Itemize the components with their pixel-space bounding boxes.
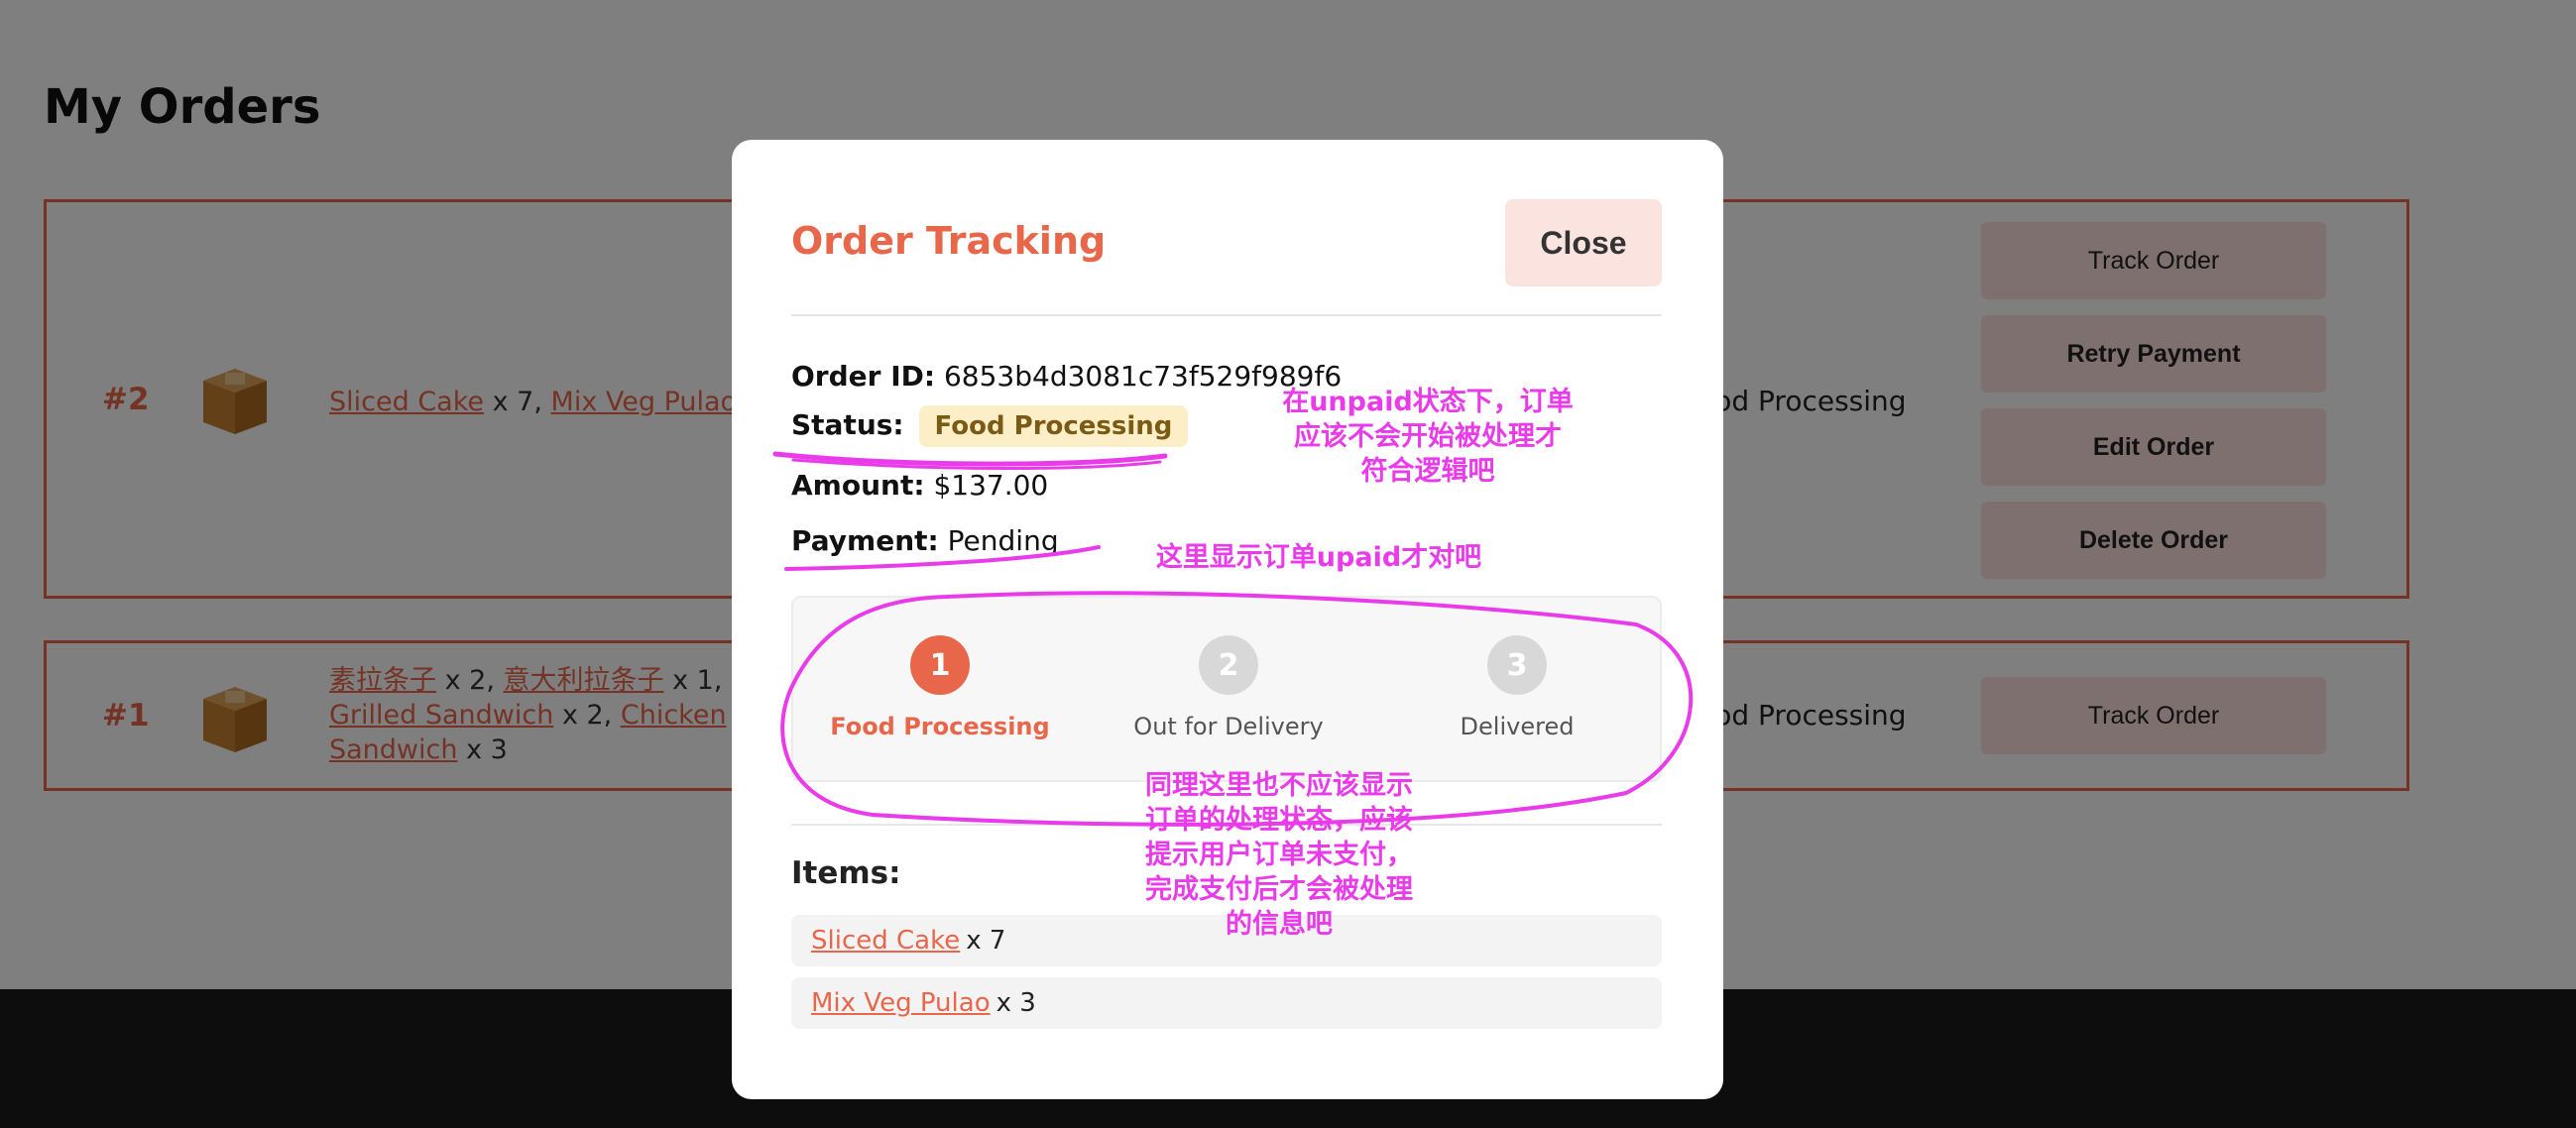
item-link[interactable]: Sliced Cake (811, 926, 960, 956)
order-tracking-modal: Order Tracking Close Order ID: 6853b4d30… (732, 140, 1723, 1099)
step-label: Out for Delivery (1133, 713, 1324, 740)
annotation-line: 完成支付后才会被处理 (1145, 874, 1413, 905)
status-label: Status: (791, 408, 904, 441)
step-number: 2 (1199, 635, 1258, 695)
annotation-note: 同理这里也不应该显示 订单的处理状态，应该 提示用户订单未支付， 完成支付后才会… (1111, 768, 1448, 942)
amount-value: $137.00 (933, 469, 1049, 502)
payment-value: Pending (947, 524, 1059, 557)
status-row: Status: Food Processing (791, 405, 1189, 447)
item-qty: x 7 (966, 926, 1006, 956)
annotation-note: 在unpaid状态下，订单 应该不会开始被处理才 符合逻辑吧 (1264, 385, 1591, 489)
amount-row: Amount: $137.00 (791, 469, 1048, 502)
step-label: Food Processing (830, 713, 1050, 740)
annotation-line: 应该不会开始被处理才 (1294, 421, 1562, 452)
annotation-note: 这里显示订单upaid才对吧 (1155, 542, 1482, 573)
order-id-label: Order ID: (791, 360, 936, 393)
annotation-line: 同理这里也不应该显示 (1145, 770, 1413, 801)
modal-title: Order Tracking (791, 219, 1107, 263)
items-heading: Items: (791, 855, 901, 891)
step-number: 1 (910, 635, 970, 695)
payment-label: Payment: (791, 524, 939, 557)
annotation-line: 符合逻辑吧 (1360, 456, 1495, 487)
step-delivered: 3 Delivered (1388, 635, 1646, 740)
annotation-line: 订单的处理状态，应该 (1145, 805, 1413, 836)
item-link[interactable]: Mix Veg Pulao (811, 988, 991, 1018)
list-item: Mix Veg Pulao x 3 (791, 977, 1662, 1029)
item-qty: x 3 (995, 988, 1036, 1018)
step-number: 3 (1487, 635, 1547, 695)
tracking-progress: 1 Food Processing 2 Out for Delivery 3 D… (791, 596, 1662, 782)
annotation-line: 提示用户订单未支付， (1145, 840, 1413, 870)
annotation-line: 在unpaid状态下，订单 (1282, 387, 1574, 417)
payment-row: Payment: Pending (791, 524, 1059, 557)
step-food-processing: 1 Food Processing (811, 635, 1069, 740)
step-label: Delivered (1460, 713, 1575, 740)
step-out-for-delivery: 2 Out for Delivery (1100, 635, 1357, 740)
close-button[interactable]: Close (1505, 199, 1662, 286)
order-id-row: Order ID: 6853b4d3081c73f529f989f6 (791, 360, 1342, 393)
divider (791, 314, 1662, 316)
status-badge: Food Processing (918, 405, 1189, 447)
annotation-line: 的信息吧 (1226, 909, 1333, 940)
amount-label: Amount: (791, 469, 925, 502)
